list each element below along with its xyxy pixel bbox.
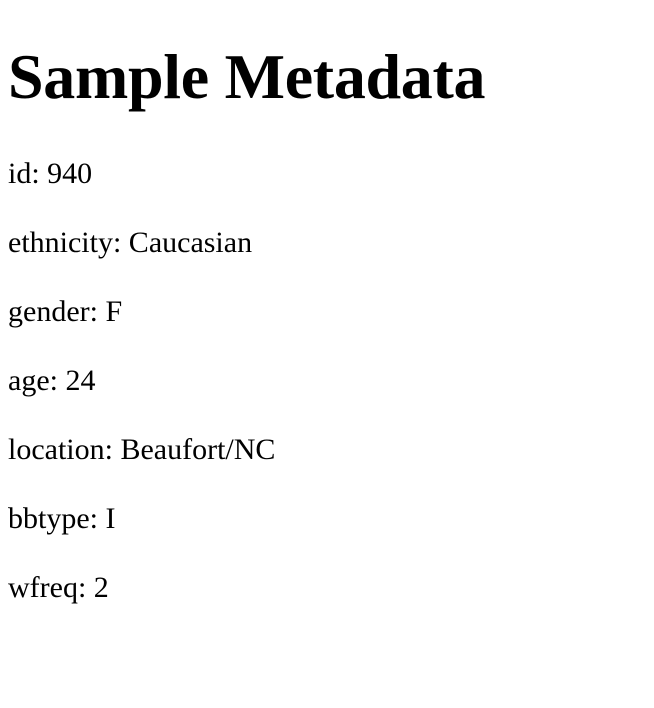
metadata-ethnicity: ethnicity: Caucasian: [8, 226, 253, 259]
metadata-location: location: Beaufort/NC: [8, 433, 276, 466]
metadata-gender: gender: F: [8, 295, 123, 328]
page-title: Sample Metadata: [8, 41, 486, 112]
metadata-list: id: 940 ethnicity: Caucasian gender: F a…: [8, 155, 275, 638]
metadata-id: id: 940: [8, 157, 93, 190]
metadata-age: age: 24: [8, 364, 96, 397]
metadata-bbtype: bbtype: I: [8, 502, 116, 535]
metadata-wfreq: wfreq: 2: [8, 571, 109, 604]
